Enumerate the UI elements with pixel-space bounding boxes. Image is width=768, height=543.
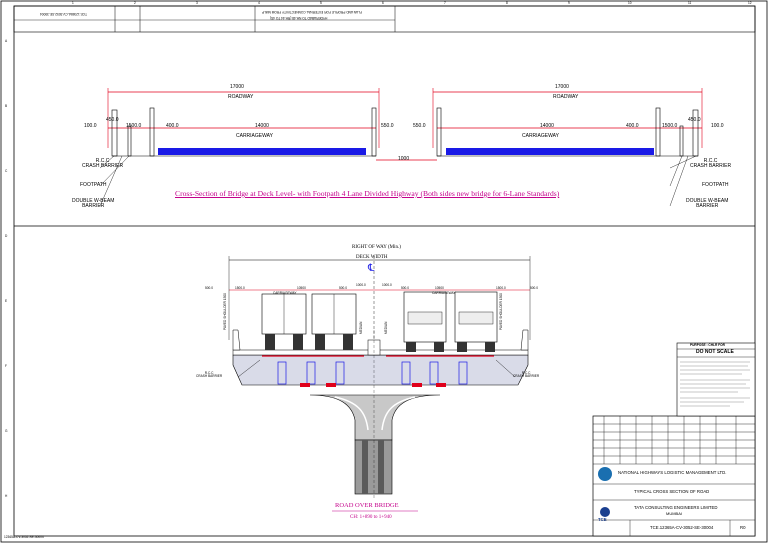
left-dim-550: 550.0 <box>381 123 394 129</box>
median-gap-label: 1000 <box>398 156 410 162</box>
left-footpath-label: FOOTPATH <box>80 182 107 188</box>
grid-col: 7 <box>444 1 446 5</box>
grid-row: C <box>5 169 8 173</box>
footer-file-ref: 12365A-CV-3052-SE-30004 <box>4 535 44 539</box>
left-roadway-label: ROADWAY <box>228 94 254 100</box>
left-wbeam-label: DOUBLE W-BEAM BARRIER <box>72 198 115 209</box>
rob-dim-r-2: 10500 <box>435 286 444 290</box>
left-dim-1500: 1500.0 <box>126 123 142 129</box>
grid-row: G <box>5 429 8 433</box>
right-footpath-label: FOOTPATH <box>702 182 729 188</box>
left-dim-400: 400.0 <box>166 123 179 129</box>
grid-col: 5 <box>320 1 322 5</box>
rob-dim-r-3: 1500.0 <box>496 286 506 290</box>
right-wbeam-label: DOUBLE W-BEAM BARRIER <box>686 198 729 209</box>
rob-deck-width: DECK WIDTH <box>356 255 388 260</box>
grid-row: B <box>5 104 8 108</box>
tb-drawing-no: TCE.12365A-CV-3052-SE-30004 <box>650 525 714 530</box>
grid-col: 11 <box>688 1 692 5</box>
rob-paved-shoulder-right: PAVED SHOULDER 1500 <box>499 293 503 330</box>
grid-col: 3 <box>196 1 198 5</box>
rob-dim-l-3: 500.0 <box>339 286 347 290</box>
grid-row: D <box>5 234 8 238</box>
rob-dim-l-0: 500.0 <box>205 286 213 290</box>
header-doc-no: TCE.12365A-CV-3052-SE-30004 <box>40 12 87 17</box>
grid-col: 1 <box>72 1 74 5</box>
grid-col: 8 <box>506 1 508 5</box>
left-dim-450: 450.0 <box>106 117 119 123</box>
rob-rcc-left: R.C.C CRASH BARRIER <box>196 371 223 379</box>
header-project-title: FLAN AND PROFILE FOR EXTERNAL CONNECTIVI… <box>262 10 362 15</box>
rob-dim-r-1: 500.0 <box>401 286 409 290</box>
rob-dim-l-2: 10500 <box>297 286 306 290</box>
grid-col: 12 <box>748 1 752 5</box>
grid-row: A <box>5 39 8 43</box>
right-roadway-label: ROADWAY <box>553 94 579 100</box>
grid-col: 10 <box>628 1 632 5</box>
right-dim-550: 550.0 <box>413 123 426 129</box>
left-total-width: 17000 <box>230 84 244 90</box>
grid-col: 9 <box>568 1 570 5</box>
rob-right-of-way: RIGHT OF WAY (Min.) <box>352 245 401 250</box>
rob-dim-r-4: 500.0 <box>530 286 538 290</box>
rob-dim-r-0: 1000.0 <box>382 283 392 287</box>
left-carriageway-label: CARRIAGEWAY <box>236 133 273 139</box>
rob-chainage: CH: 1+890 to 1+940 <box>350 515 392 520</box>
tb-consultant-2: MUMBAI <box>666 511 682 516</box>
rob-median-right: MEDIAN <box>384 321 388 334</box>
grid-row: H <box>5 494 8 498</box>
tb-drawing-title: TYPICAL CROSS SECTION OF ROAD <box>634 489 710 494</box>
right-dim-450: 450.0 <box>688 117 701 123</box>
rob-paved-shoulder-left: PAVED SHOULDER 1500 <box>223 293 227 330</box>
rob-dim-l-1: 1500.0 <box>235 286 245 290</box>
right-carriageway-width: 14000 <box>540 123 554 129</box>
left-dim-100: 100.0 <box>84 123 97 129</box>
right-total-width: 17000 <box>555 84 569 90</box>
rob-centerline: ℄ <box>368 263 375 274</box>
rob-rcc-right: R.C.C CRASH BARRIER <box>513 371 540 379</box>
notes-heading: PURPOSE : CHLR FOR <box>690 343 725 347</box>
tb-tce-logo-text: TCE <box>598 517 607 522</box>
notes-do-not-scale: DO NOT SCALE <box>696 349 734 355</box>
grid-row: E <box>5 299 8 303</box>
left-carriageway-width: 14000 <box>255 123 269 129</box>
grid-col: 6 <box>382 1 384 5</box>
grid-col: 4 <box>258 1 260 5</box>
rob-carriageway-left: CARRIAGEWAY <box>273 291 297 295</box>
tb-revision: R0 <box>740 525 746 530</box>
grid-row: F <box>5 364 7 368</box>
deck-caption: Cross-Section of Bridge at Deck Level- w… <box>175 189 560 198</box>
grid-col: 2 <box>134 1 136 5</box>
right-dim-100: 100.0 <box>711 123 724 129</box>
rob-median-left: MEDIAN <box>359 321 363 334</box>
left-rcc-label: R.C.C CRASH BARRIER <box>82 158 124 169</box>
right-rcc-label: R.C.C CRASH BARRIER <box>690 158 732 169</box>
header-project-subtitle: HYDERABAD TO NH-48 (RH-44 TO 4S) <box>270 16 328 21</box>
rob-title: ROAD OVER BRIDGE <box>335 502 399 509</box>
right-carriageway-label: CARRIAGEWAY <box>522 133 559 139</box>
right-dim-400: 400.0 <box>626 123 639 129</box>
right-dim-1500: 1500.0 <box>662 123 678 129</box>
rob-dim-l-4: 1000.0 <box>356 283 366 287</box>
rob-carriageway-right: CARRIAGEWAY <box>432 291 456 295</box>
tb-consultant-1: TATA CONSULTING ENGINEERS LIMITED <box>634 505 718 510</box>
tb-client: NATIONAL HIGHWAYS LOGISTIC MANAGEMENT LT… <box>618 470 727 475</box>
